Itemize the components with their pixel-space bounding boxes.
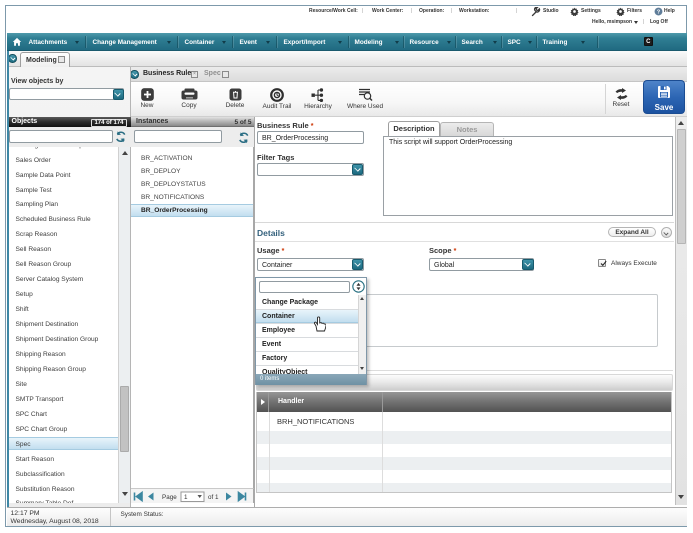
svg-text:?: ?	[657, 9, 661, 15]
svg-text:of 1: of 1	[208, 494, 219, 501]
svg-text:1: 1	[184, 494, 188, 501]
svg-text:Page: Page	[162, 494, 177, 501]
